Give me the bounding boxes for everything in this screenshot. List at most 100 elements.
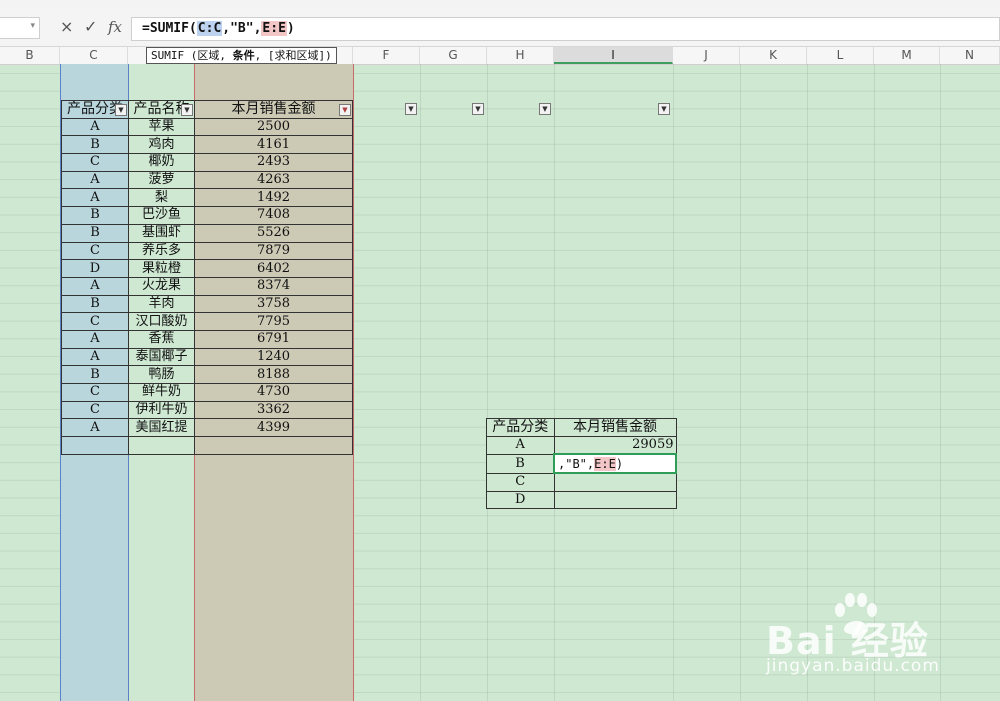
category-cell[interactable]: A [61,418,129,438]
confirm-icon[interactable]: ✓ [84,18,97,36]
sales-amount-cell[interactable]: 8188 [194,365,353,384]
filter-dropdown-icon[interactable]: ▼ [658,103,670,115]
sales-amount-cell[interactable]: 4263 [194,170,353,190]
summary-value-cell[interactable]: 29059 [553,435,677,455]
active-edit-cell[interactable]: ,"B",E:E) [553,453,677,475]
product-name-cell[interactable]: 果粒橙 [128,259,195,278]
product-name-cell[interactable]: 香蕉 [128,329,195,349]
filter-dropdown-icon[interactable]: ▼ [181,104,193,117]
category-cell[interactable]: B [61,135,129,155]
sales-amount-cell[interactable]: 8374 [194,276,353,296]
sales-amount-cell[interactable]: 6402 [194,259,353,278]
product-name-cell[interactable]: 泰国椰子 [128,347,195,367]
category-cell[interactable]: C [61,383,129,402]
column-header-m[interactable]: M [874,47,940,64]
sales-amount-cell[interactable]: 2493 [194,153,353,172]
header-sales-amount[interactable]: 本月销售金额 ▼ [194,100,353,119]
product-name-cell[interactable]: 梨 [128,188,195,208]
column-header-l[interactable]: L [807,47,874,64]
product-name-cell[interactable]: 鸡肉 [128,135,195,155]
summary-value-cell[interactable] [553,472,677,492]
sales-amount-cell[interactable]: 7795 [194,312,353,331]
product-name-cell[interactable]: 美国红提 [128,418,195,438]
sales-amount-cell[interactable]: 2500 [194,117,353,137]
column-header-n[interactable]: N [940,47,1000,64]
name-box-dropdown-icon[interactable]: ▾ [30,21,35,31]
name-box[interactable]: ▾ [0,17,40,39]
summary-category-cell[interactable]: B [486,453,555,474]
table-row: A 美国红提 4399 [61,418,353,438]
sales-amount-cell[interactable]: 1492 [194,188,353,208]
sales-amount-cell[interactable]: 6791 [194,329,353,349]
column-header-f[interactable]: F [353,47,420,64]
product-name-cell[interactable]: 椰奶 [128,153,195,172]
column-header-j[interactable]: J [673,47,740,64]
category-cell[interactable]: B [61,365,129,384]
category-cell[interactable]: A [61,170,129,190]
header-product-name[interactable]: 产品名称 ▼ [128,100,195,119]
filter-dropdown-icon[interactable]: ▼ [472,103,484,115]
category-cell[interactable]: C [61,312,129,331]
product-name-cell[interactable]: 伊利牛奶 [128,400,195,420]
gridline [740,64,741,701]
sales-amount-cell[interactable]: 7408 [194,206,353,225]
filter-dropdown-icon[interactable]: ▼ [405,103,417,115]
column-header-k[interactable]: K [740,47,807,64]
product-name-cell[interactable]: 养乐多 [128,241,195,261]
sales-amount-cell[interactable]: 3758 [194,294,353,314]
category-cell[interactable]: A [61,347,129,367]
category-cell[interactable]: B [61,294,129,314]
category-cell[interactable]: B [61,206,129,225]
category-cell[interactable]: A [61,188,129,208]
summary-header-amount[interactable]: 本月销售金额 [553,418,677,437]
column-header-g[interactable]: G [420,47,487,64]
formula-sum-range: E:E [261,21,287,36]
watermark-url: jingyan.baidu.com [766,656,940,676]
product-name-cell[interactable]: 巴沙鱼 [128,206,195,225]
empty-cell[interactable] [61,436,129,455]
category-cell[interactable]: D [61,259,129,278]
formula-input[interactable]: =SUMIF(C:C,"B",E:E) [131,17,1000,41]
summary-category-cell[interactable]: A [486,435,555,455]
product-name-cell[interactable]: 鲜牛奶 [128,383,195,402]
product-name-cell[interactable]: 菠萝 [128,170,195,190]
sales-amount-cell[interactable]: 7879 [194,241,353,261]
product-name-cell[interactable]: 鸭肠 [128,365,195,384]
product-name-cell[interactable]: 羊肉 [128,294,195,314]
sales-amount-cell[interactable]: 4730 [194,383,353,402]
category-cell[interactable]: A [61,117,129,137]
filter-dropdown-icon[interactable]: ▼ [539,103,551,115]
sales-amount-cell[interactable]: 5526 [194,223,353,243]
sales-amount-cell[interactable]: 1240 [194,347,353,367]
category-cell[interactable]: A [61,329,129,349]
summary-category-cell[interactable]: C [486,472,555,492]
sales-amount-cell[interactable]: 3362 [194,400,353,420]
filter-dropdown-icon[interactable]: ▼ [339,104,351,117]
product-name-cell[interactable]: 基围虾 [128,223,195,243]
product-name-cell[interactable]: 汉口酸奶 [128,312,195,331]
column-header-i[interactable]: I [554,47,673,64]
category-cell[interactable]: C [61,153,129,172]
table-row: C 伊利牛奶 3362 [61,400,353,420]
product-name-cell[interactable]: 火龙果 [128,276,195,296]
summary-category-cell[interactable]: D [486,490,555,510]
filter-dropdown-icon[interactable]: ▼ [115,104,127,117]
sales-amount-cell[interactable]: 4399 [194,418,353,438]
summary-header-category[interactable]: 产品分类 [486,418,555,437]
header-category[interactable]: 产品分类 ▼ [61,100,129,119]
category-cell[interactable]: C [61,241,129,261]
table-row: C 椰奶 2493 [61,153,353,172]
product-name-cell[interactable]: 苹果 [128,117,195,137]
empty-cell[interactable] [128,436,195,455]
column-header-b[interactable]: B [0,47,60,64]
summary-value-cell[interactable] [553,490,677,510]
category-cell[interactable]: A [61,276,129,296]
category-cell[interactable]: C [61,400,129,420]
column-header-h[interactable]: H [487,47,554,64]
category-cell[interactable]: B [61,223,129,243]
sales-amount-cell[interactable]: 4161 [194,135,353,155]
empty-cell[interactable] [194,436,353,455]
fx-icon[interactable]: fx [108,18,122,36]
cancel-icon[interactable]: × [60,18,73,36]
column-header-c[interactable]: C [60,47,128,64]
